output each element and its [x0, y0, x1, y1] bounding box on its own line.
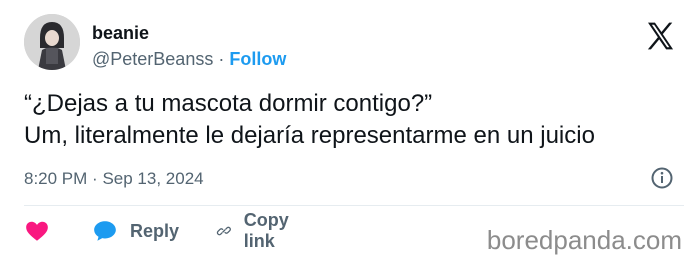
link-icon [216, 226, 231, 236]
info-icon[interactable] [650, 166, 674, 190]
meta-separator: · [92, 169, 98, 188]
heart-icon [26, 221, 48, 241]
reply-label: Reply [130, 220, 180, 241]
avatar-image [24, 14, 80, 70]
handle-separator: · [218, 49, 225, 69]
follow-button[interactable]: Follow [229, 49, 286, 69]
copy-link-label: Copy link [243, 210, 289, 251]
tweet-line-1: “¿Dejas a tu mascota dormir contigo?” [24, 90, 433, 117]
tweet-text: “¿Dejas a tu mascota dormir contigo?” Um… [24, 88, 684, 152]
watermark: boredpanda.com [486, 225, 682, 255]
tweet-timestamp[interactable]: 8:20 PM · Sep 13, 2024 [24, 168, 204, 190]
tweet-time: 8:20 PM [24, 169, 88, 188]
copy-link-button[interactable]: Copy link [216, 210, 297, 251]
display-name[interactable]: beanie [92, 22, 149, 44]
tweet-line-2: Um, literalmente le dejaría representarm… [24, 122, 595, 149]
avatar[interactable] [24, 14, 80, 70]
tweet-date: Sep 13, 2024 [102, 169, 204, 188]
divider [24, 205, 684, 206]
speech-bubble-icon [94, 221, 116, 241]
like-button[interactable] [24, 218, 50, 244]
handle-row: @PeterBeanss · Follow [92, 48, 286, 70]
x-logo-icon[interactable] [644, 20, 676, 52]
user-handle[interactable]: @PeterBeanss [92, 49, 213, 69]
reply-button[interactable]: Reply [92, 218, 179, 244]
